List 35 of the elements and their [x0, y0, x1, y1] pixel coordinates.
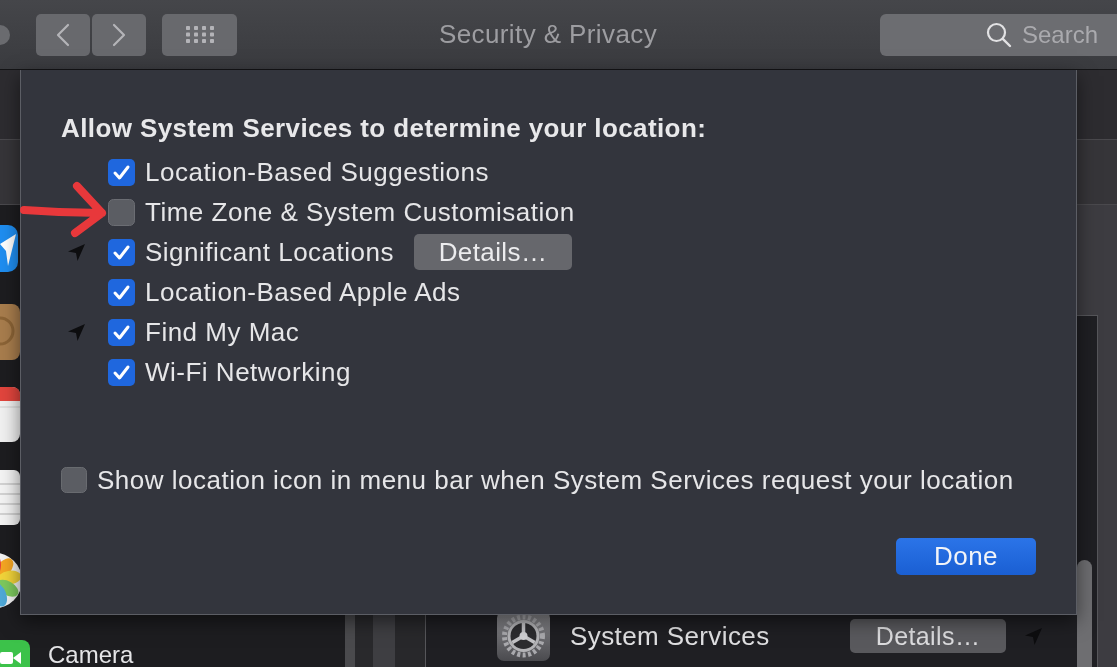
done-button[interactable]: Done	[896, 538, 1036, 575]
checkbox[interactable]	[108, 238, 135, 266]
calendar-icon	[0, 387, 20, 442]
grid-icon	[185, 26, 214, 43]
show-all-button[interactable]	[162, 13, 237, 56]
checkbox-label[interactable]: Time Zone & System Customisation	[145, 196, 575, 228]
forward-button[interactable]	[92, 13, 146, 56]
checkbox-label[interactable]: Location-Based Suggestions	[145, 156, 489, 188]
back-button[interactable]	[36, 13, 90, 56]
list-item-label[interactable]: Camera	[48, 642, 134, 667]
chevron-left-icon	[56, 22, 70, 47]
checkbox-label[interactable]: Show location icon in menu bar when System Services request your location	[97, 464, 1014, 496]
video-camera-icon	[0, 640, 30, 667]
sheet-heading: Allow System Services to determine your location:	[61, 112, 707, 144]
location-arrow-app-icon	[0, 225, 18, 272]
checkbox-label[interactable]: Location-Based Apple Ads	[145, 276, 461, 308]
scrollbar[interactable]	[1077, 560, 1092, 667]
checkbox[interactable]	[108, 358, 135, 386]
chevron-right-icon	[112, 22, 126, 47]
service-name: System Services	[570, 620, 771, 652]
checkbox[interactable]	[108, 158, 135, 186]
details-button[interactable]: Details…	[414, 234, 572, 270]
checkbox[interactable]	[108, 278, 135, 306]
checkbox-label[interactable]: Wi-Fi Networking	[145, 356, 351, 388]
checkbox-label[interactable]: Find My Mac	[145, 316, 300, 348]
checkbox[interactable]	[61, 467, 87, 493]
search-icon	[986, 21, 1012, 48]
address-book-icon	[0, 303, 20, 360]
checkbox-label[interactable]: Significant Locations	[145, 236, 394, 268]
checkbox[interactable]	[108, 318, 135, 346]
details-button[interactable]: Details…	[850, 619, 1006, 653]
checkbox[interactable]	[108, 198, 135, 226]
list-icon	[0, 470, 20, 525]
window-title: Security & Privacy	[438, 19, 658, 50]
search-field[interactable]: Search	[880, 13, 1117, 56]
